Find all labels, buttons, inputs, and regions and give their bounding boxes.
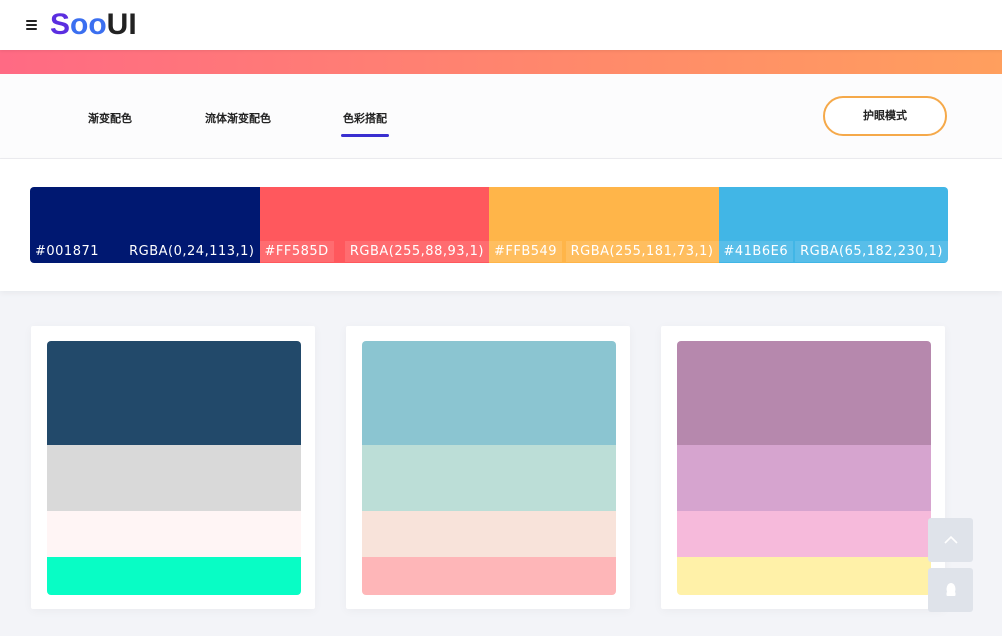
rgba-code[interactable]: RGBA(65,182,230,1) [795, 240, 948, 262]
hex-code[interactable]: #41B6E6 [718, 240, 794, 262]
color-swatch[interactable]: #41B6E6 RGBA(65,182,230,1) [718, 187, 948, 263]
tab-gradient-colors[interactable]: 渐变配色 [88, 110, 132, 126]
color-band [47, 511, 301, 557]
color-band [677, 511, 931, 557]
hamburger-menu-icon[interactable] [26, 20, 37, 30]
color-band [47, 557, 301, 595]
hex-code[interactable]: #FFB549 [489, 240, 563, 262]
palette-card[interactable] [31, 326, 315, 609]
logo-letter-s: S [50, 8, 71, 41]
color-band [47, 341, 301, 445]
palette-preview [677, 341, 931, 595]
palette-preview [47, 341, 301, 595]
eye-protection-mode-button[interactable]: 护眼模式 [823, 96, 947, 136]
rgba-code[interactable]: RGBA(0,24,113,1) [124, 241, 259, 262]
top-header: So o UI [0, 0, 1002, 50]
tab-color-matching[interactable]: 色彩搭配 [341, 110, 389, 137]
palette-card[interactable] [346, 326, 630, 609]
color-band [362, 511, 616, 557]
tab-fluid-gradient-colors[interactable]: 流体渐变配色 [205, 110, 271, 126]
chevron-up-icon [943, 535, 958, 545]
color-band [47, 445, 301, 511]
color-palette-strip: #001871 RGBA(0,24,113,1) #FF585D RGBA(25… [30, 187, 948, 263]
color-band [362, 445, 616, 511]
logo-letters-ui: UI [106, 8, 137, 41]
color-swatch[interactable]: #001871 RGBA(0,24,113,1) [30, 187, 260, 263]
color-band [362, 557, 616, 595]
back-to-top-button[interactable] [928, 518, 973, 562]
rgba-code[interactable]: RGBA(255,88,93,1) [344, 240, 489, 262]
color-band [677, 557, 931, 595]
hex-code[interactable]: #001871 [30, 241, 104, 262]
color-band [362, 341, 616, 445]
rgba-code[interactable]: RGBA(255,181,73,1) [565, 240, 719, 262]
qq-contact-button[interactable] [928, 568, 973, 612]
palette-preview [362, 341, 616, 595]
color-band [677, 445, 931, 511]
color-swatch[interactable]: #FF585D RGBA(255,88,93,1) [259, 187, 489, 263]
site-logo[interactable]: So o UI [50, 8, 137, 42]
color-band [677, 341, 931, 445]
palette-section: #001871 RGBA(0,24,113,1) #FF585D RGBA(25… [0, 159, 1002, 291]
gradient-banner [0, 50, 1002, 74]
tabs-panel: 渐变配色 流体渐变配色 色彩搭配 护眼模式 [0, 74, 1002, 159]
hex-code[interactable]: #FF585D [259, 240, 334, 262]
palette-card[interactable] [661, 326, 945, 609]
qq-penguin-icon [944, 582, 958, 598]
logo-letter-o: o [88, 8, 107, 41]
color-swatch[interactable]: #FFB549 RGBA(255,181,73,1) [489, 187, 719, 263]
logo-letter-o: o [70, 8, 89, 41]
